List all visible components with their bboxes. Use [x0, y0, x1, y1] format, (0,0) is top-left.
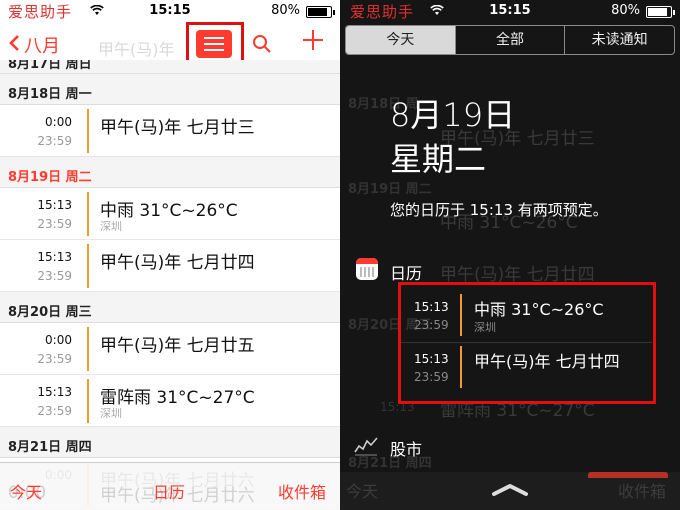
day-header: 8月19日 周二 [0, 157, 340, 188]
calendar-color-bar [87, 109, 89, 153]
event-row[interactable]: 15:13 23:59 中雨 31°C~26°C 深圳 [0, 188, 340, 240]
annotation-box [398, 282, 656, 404]
add-event-button[interactable] [302, 28, 324, 58]
event-start: 15:13 [37, 385, 72, 399]
day-header: 8月17日 周日 [0, 60, 340, 74]
tab-inbox[interactable]: 收件箱 [278, 479, 326, 503]
event-row[interactable]: 15:13 23:59 雷阵雨 31°C~27°C 深圳 [0, 375, 340, 427]
battery-icon [306, 6, 335, 18]
battery-percent: 80% [271, 3, 300, 18]
calendar-color-bar [87, 244, 89, 288]
segment-all[interactable]: 全部 [456, 26, 566, 54]
event-location: 深圳 [100, 407, 122, 420]
event-title: 甲午(马)年 七月廿五 [100, 336, 255, 356]
event-start: 15:13 [37, 198, 72, 212]
event-row[interactable]: 0:00 23:59 甲午(马)年 七月廿三 [0, 105, 340, 157]
notification-center: 8月18日 周一 甲午(马)年 七月廿三 8月19日 周二 中雨 31°C~26… [340, 0, 680, 510]
ghost-title: 甲午(马)年 [98, 40, 175, 59]
segment-missed[interactable]: 未读通知 [565, 26, 674, 54]
event-end: 23:59 [37, 404, 72, 418]
segmented-control: 今天 全部 未读通知 [345, 25, 675, 55]
calendar-list-view: 爱思助手 15:15 80% 八月 甲午(马)年 8月17日 周日 8月18日 … [0, 0, 340, 510]
event-end: 23:59 [37, 269, 72, 283]
calendar-widget-title[interactable]: 日历 [390, 260, 422, 284]
tab-bar: 0:00 甲午(马)年 七月廿六 今天 日历 收件箱 [0, 462, 340, 510]
event-end: 23:59 [37, 217, 72, 231]
today-date: 8月19日 [390, 96, 516, 134]
event-row[interactable]: 15:13 23:59 甲午(马)年 七月廿四 [0, 240, 340, 292]
watermark: 爱思助手 [350, 3, 415, 21]
event-title: 雷阵雨 31°C~27°C [100, 388, 255, 408]
pull-handle-icon[interactable] [490, 482, 530, 496]
event-list: 8月17日 周日 8月18日 周一 0:00 23:59 甲午(马)年 七月廿三… [0, 60, 340, 510]
segment-today[interactable]: 今天 [346, 26, 456, 54]
back-button[interactable]: 八月 [8, 32, 60, 58]
calendar-color-bar [87, 327, 89, 371]
blurred-background: 8月18日 周一 甲午(马)年 七月廿三 8月19日 周二 中雨 31°C~26… [340, 0, 680, 510]
stocks-widget-title[interactable]: 股市 [390, 436, 422, 460]
bg-day-header: 8月19日 周二 [348, 182, 432, 197]
today-weekday: 星期二 [390, 140, 487, 178]
event-location: 深圳 [100, 220, 122, 233]
calendar-summary: 您的日历于 15:13 有两项预定。 [390, 201, 608, 219]
day-header: 8月20日 周三 [0, 292, 340, 323]
event-title: 甲午(马)年 七月廿三 [100, 118, 255, 138]
event-start: 15:13 [37, 250, 72, 264]
day-header: 8月18日 周一 [0, 74, 340, 105]
bg-tab-today: 今天 [346, 482, 379, 501]
back-label: 八月 [24, 36, 60, 57]
battery-icon [646, 6, 675, 18]
battery-percent: 80% [611, 3, 640, 18]
event-start: 0:00 [45, 333, 72, 347]
calendar-color-bar [87, 379, 89, 423]
chevron-left-icon [8, 34, 20, 56]
stocks-icon [354, 434, 378, 456]
status-bar: 爱思助手 15:15 80% [0, 0, 340, 22]
event-end: 23:59 [37, 134, 72, 148]
bg-tab-inbox: 收件箱 [618, 482, 667, 501]
calendar-icon [356, 258, 378, 280]
event-start: 0:00 [45, 115, 72, 129]
event-row[interactable]: 0:00 23:59 甲午(马)年 七月廿五 [0, 323, 340, 375]
day-header: 8月21日 周四 [0, 427, 340, 458]
calendar-color-bar [87, 192, 89, 236]
tab-calendars[interactable]: 日历 [153, 479, 185, 503]
event-title: 甲午(马)年 七月廿四 [100, 253, 255, 273]
event-end: 23:59 [37, 352, 72, 366]
search-icon[interactable] [252, 34, 272, 54]
tab-today[interactable]: 今天 [10, 479, 42, 503]
